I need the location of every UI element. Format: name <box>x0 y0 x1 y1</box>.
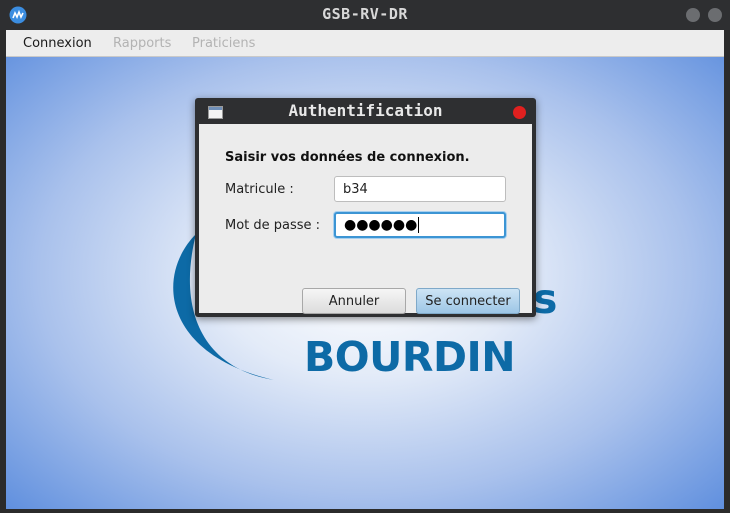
logo-bourdin: BOURDIN <box>304 333 516 381</box>
menubar: Connexion Rapports Praticiens <box>6 30 724 57</box>
dialog-prompt: Saisir vos données de connexion. <box>225 150 470 165</box>
dialog-close-button[interactable] <box>513 106 526 119</box>
text-caret <box>418 217 420 233</box>
matricule-field[interactable] <box>334 176 506 202</box>
minimize-button[interactable] <box>686 8 700 22</box>
password-masked-value: ●●●●●● <box>344 217 418 233</box>
connect-button[interactable]: Se connecter <box>416 288 520 314</box>
dialog-body: Saisir vos données de connexion. Matricu… <box>199 124 532 314</box>
menu-praticiens[interactable]: Praticiens <box>192 36 255 51</box>
logo-fragment: s <box>533 275 558 323</box>
menu-connexion[interactable]: Connexion <box>23 36 92 51</box>
auth-dialog: Authentification Saisir vos données de c… <box>195 98 536 317</box>
window-title: GSB-RV-DR <box>322 5 408 23</box>
password-label: Mot de passe : <box>225 218 321 233</box>
password-field[interactable]: ●●●●●● <box>334 212 506 238</box>
close-window-button[interactable] <box>708 8 722 22</box>
menu-rapports[interactable]: Rapports <box>113 36 171 51</box>
dialog-title: Authentification <box>288 101 443 120</box>
window-bottom-border <box>0 509 730 513</box>
matricule-label: Matricule : <box>225 182 294 197</box>
cancel-button[interactable]: Annuler <box>302 288 406 314</box>
window-titlebar: GSB-RV-DR <box>0 0 730 30</box>
